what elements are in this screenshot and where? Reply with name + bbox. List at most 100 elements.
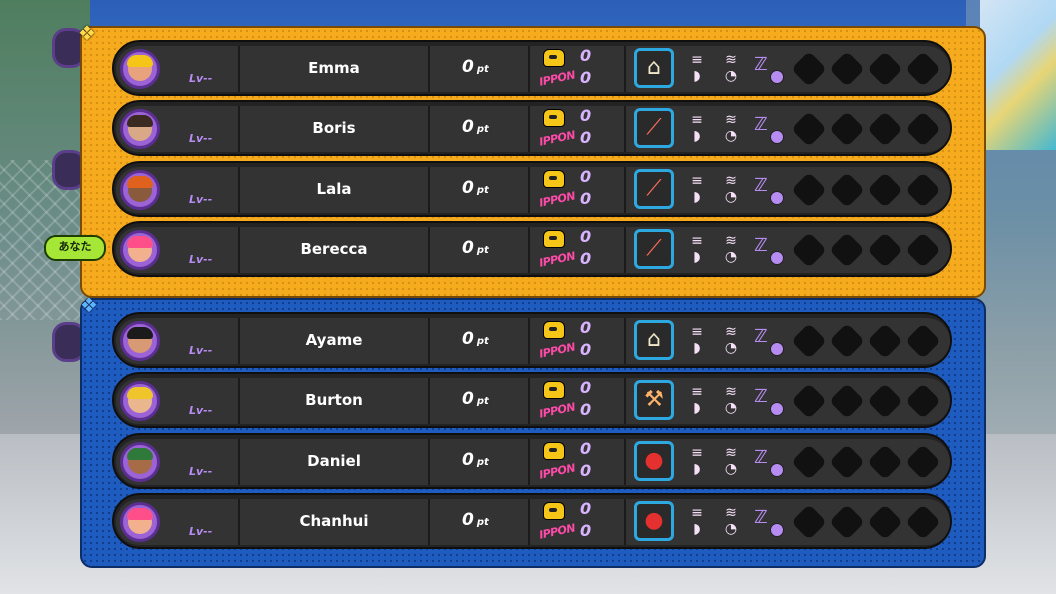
- empty-item-slot[interactable]: [828, 322, 866, 360]
- empty-item-slot[interactable]: [790, 503, 828, 541]
- empty-item-slot[interactable]: [866, 443, 904, 481]
- empty-item-slot[interactable]: [904, 171, 942, 209]
- avatar-cell: Lv--: [116, 499, 238, 545]
- ball-weapon-icon[interactable]: ●: [634, 501, 674, 541]
- ultimate-icon: ℤ: [754, 114, 784, 144]
- empty-item-slot[interactable]: [790, 110, 828, 148]
- points-value: 0: [462, 450, 474, 470]
- player-row[interactable]: Lv-- Boris 0 pt IPPON 0 0 ⟋ ≡ ◗ ≋ ◔ ℤ: [112, 100, 952, 156]
- empty-item-slot[interactable]: [828, 382, 866, 420]
- equipment-cell: ● ≡ ◗ ≋ ◔ ℤ: [626, 499, 950, 545]
- points-value: 0: [462, 329, 474, 349]
- avatar-cell: Lv--: [116, 46, 238, 92]
- bat-weapon-icon[interactable]: ⟋: [634, 108, 674, 148]
- points-unit: pt: [476, 396, 489, 407]
- empty-item-slot[interactable]: [790, 231, 828, 269]
- ippon-label: IPPON: [538, 521, 577, 542]
- points-unit: pt: [476, 124, 489, 135]
- avatar-hair: [127, 327, 153, 339]
- player-row[interactable]: Lv-- Chanhui 0 pt IPPON 0 0 ● ≡ ◗ ≋ ◔ ℤ: [112, 493, 952, 549]
- ball-weapon-icon[interactable]: ●: [634, 441, 674, 481]
- player-points: 0 pt: [462, 510, 489, 530]
- avatar-cell: Lv--: [116, 167, 238, 213]
- ultimate-icon: ℤ: [754, 386, 784, 416]
- fan-weapon-icon[interactable]: ⌂: [634, 320, 674, 360]
- points-unit: pt: [476, 185, 489, 196]
- player-name: Ayame: [305, 331, 363, 349]
- points-value: 0: [462, 389, 474, 409]
- empty-item-slot[interactable]: [828, 110, 866, 148]
- ippon-helmet-icon: [543, 49, 565, 67]
- skill-wind-icon: ≋ ◔: [724, 445, 738, 477]
- empty-item-slot[interactable]: [828, 171, 866, 209]
- player-level: Lv--: [189, 404, 213, 417]
- empty-item-slot[interactable]: [828, 50, 866, 88]
- player-level: Lv--: [189, 72, 213, 85]
- empty-item-slot[interactable]: [790, 171, 828, 209]
- empty-item-slot[interactable]: [828, 231, 866, 269]
- player-level: Lv--: [189, 132, 213, 145]
- ippon-count-top: 0: [580, 46, 592, 65]
- empty-item-slot[interactable]: [790, 322, 828, 360]
- ippon-cell: IPPON 0 0: [530, 318, 624, 364]
- player-row[interactable]: Lv-- Daniel 0 pt IPPON 0 0 ● ≡ ◗ ≋ ◔ ℤ: [112, 433, 952, 489]
- empty-item-slot[interactable]: [866, 503, 904, 541]
- empty-item-slot[interactable]: [866, 231, 904, 269]
- points-cell: 0 pt: [430, 439, 528, 485]
- empty-item-slot[interactable]: [904, 503, 942, 541]
- hammer-weapon-icon[interactable]: ⚒: [634, 380, 674, 420]
- empty-item-slot[interactable]: [828, 443, 866, 481]
- bat-weapon-icon[interactable]: ⟋: [634, 169, 674, 209]
- player-row[interactable]: Lv-- Burton 0 pt IPPON 0 0 ⚒ ≡ ◗ ≋ ◔ ℤ: [112, 372, 952, 428]
- ippon-count-bottom: 0: [580, 340, 592, 359]
- empty-item-slot[interactable]: [904, 231, 942, 269]
- skill-dash-icon: ≡ ◗: [691, 52, 703, 84]
- empty-item-slot[interactable]: [904, 110, 942, 148]
- name-cell: Chanhui: [240, 499, 428, 545]
- equipment-cell: ⟋ ≡ ◗ ≋ ◔ ℤ: [626, 227, 950, 273]
- empty-item-slot[interactable]: [866, 50, 904, 88]
- points-value: 0: [462, 57, 474, 77]
- ultimate-badge: [770, 463, 784, 477]
- avatar-hair: [127, 115, 153, 127]
- empty-item-slot[interactable]: [866, 382, 904, 420]
- empty-item-slot[interactable]: [828, 503, 866, 541]
- player-row[interactable]: Lv-- Lala 0 pt IPPON 0 0 ⟋ ≡ ◗ ≋ ◔ ℤ: [112, 161, 952, 217]
- empty-item-slot[interactable]: [790, 50, 828, 88]
- ultimate-badge: [770, 402, 784, 416]
- empty-item-slot[interactable]: [904, 382, 942, 420]
- empty-item-slot[interactable]: [904, 443, 942, 481]
- ippon-count-bottom: 0: [580, 400, 592, 419]
- ultimate-icon: ℤ: [754, 447, 784, 477]
- empty-item-slot[interactable]: [866, 110, 904, 148]
- ippon-cell: IPPON 0 0: [530, 439, 624, 485]
- empty-item-slot[interactable]: [904, 50, 942, 88]
- equipment-cell: ⚒ ≡ ◗ ≋ ◔ ℤ: [626, 378, 950, 424]
- empty-item-slot[interactable]: [866, 322, 904, 360]
- name-cell: Lala: [240, 167, 428, 213]
- bat-weapon-icon[interactable]: ⟋: [634, 229, 674, 269]
- empty-item-slot[interactable]: [866, 171, 904, 209]
- points-cell: 0 pt: [430, 499, 528, 545]
- player-row[interactable]: Lv-- Berecca 0 pt IPPON 0 0 ⟋ ≡ ◗ ≋ ◔ ℤ: [112, 221, 952, 277]
- player-row[interactable]: Lv-- Ayame 0 pt IPPON 0 0 ⌂ ≡ ◗ ≋ ◔ ℤ: [112, 312, 952, 368]
- fan-weapon-icon[interactable]: ⌂: [634, 48, 674, 88]
- points-unit: pt: [476, 245, 489, 256]
- ippon-cell: IPPON 0 0: [530, 227, 624, 273]
- avatar-hair: [127, 55, 153, 67]
- background-billboard: [980, 0, 1056, 150]
- team-a-dragon-emblem-icon: ❖: [78, 21, 96, 45]
- player-name: Boris: [312, 119, 356, 137]
- avatar-cell: Lv--: [116, 439, 238, 485]
- player-row[interactable]: Lv-- Emma 0 pt IPPON 0 0 ⌂ ≡ ◗ ≋ ◔ ℤ: [112, 40, 952, 96]
- name-cell: Burton: [240, 378, 428, 424]
- empty-item-slot[interactable]: [790, 382, 828, 420]
- equipment-cell: ⟋ ≡ ◗ ≋ ◔ ℤ: [626, 106, 950, 152]
- ippon-label: IPPON: [538, 400, 577, 421]
- skill-dash-icon: ≡ ◗: [691, 384, 703, 416]
- points-cell: 0 pt: [430, 167, 528, 213]
- empty-item-slot[interactable]: [790, 443, 828, 481]
- points-unit: pt: [476, 336, 489, 347]
- empty-item-slot[interactable]: [904, 322, 942, 360]
- player-level: Lv--: [189, 344, 213, 357]
